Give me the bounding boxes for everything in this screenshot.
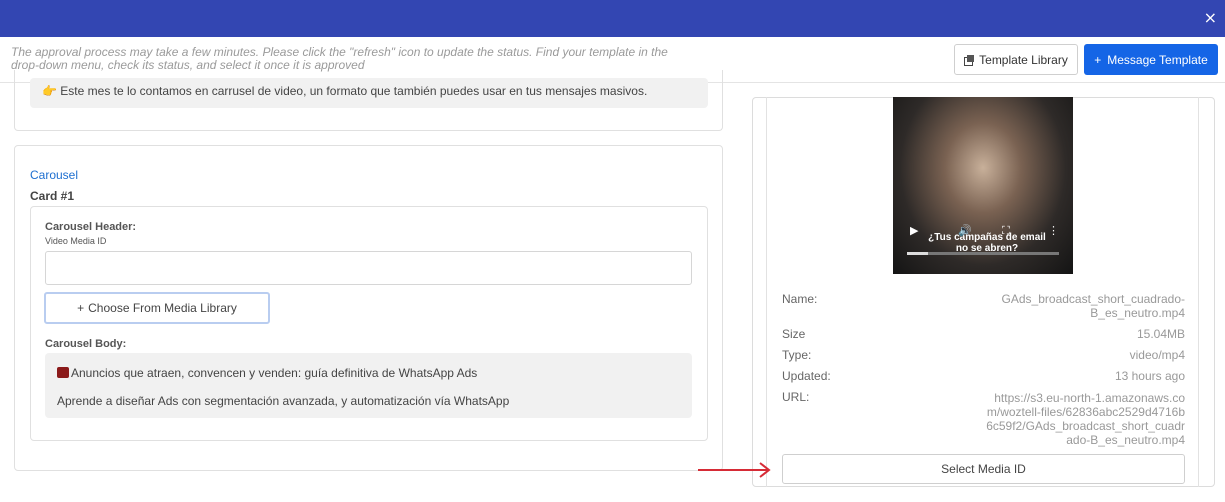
top-note: 👉 Este mes te lo contamos en carrusel de…	[30, 78, 708, 108]
updated-label: Updated:	[782, 369, 831, 383]
updated-value: 13 hours ago	[1114, 369, 1185, 383]
video-caption: ¿Tus campañas de email no se abren?	[928, 232, 1046, 254]
url-label: URL:	[782, 390, 810, 404]
approval-notice: The approval process may take a few minu…	[11, 45, 668, 72]
url-value: https://s3.eu-north-1.amazonaws.com/wozt…	[986, 391, 1185, 447]
carousel-header-label: Carousel Header:	[45, 221, 137, 233]
message-template-button[interactable]: + Message Template	[1084, 44, 1218, 75]
annotation-arrow-icon	[698, 462, 771, 478]
video-progress-fill	[907, 252, 929, 255]
card-number: Card #1	[30, 189, 75, 203]
copy-icon	[964, 54, 975, 66]
size-value: 15.04MB	[1136, 327, 1185, 341]
close-icon[interactable]: ×	[1204, 9, 1217, 27]
more-options-icon[interactable]: ⋮	[1048, 224, 1059, 237]
choose-from-media-library-button[interactable]: + Choose From Media Library	[44, 292, 270, 324]
template-library-label: Template Library	[979, 52, 1068, 67]
choose-label: Choose From Media Library	[88, 301, 237, 315]
modal-title-bar: ×	[0, 0, 1225, 37]
plus-icon: +	[77, 301, 85, 315]
fullscreen-icon[interactable]: ⛶	[1002, 224, 1010, 238]
carousel-body-label: Carousel Body:	[45, 338, 127, 350]
pointing-hand-icon: 👉	[42, 84, 57, 98]
top-note-text: Este mes te lo contamos en carrusel de v…	[60, 84, 648, 98]
play-icon[interactable]: ▶	[910, 224, 918, 237]
body-line-1: Anuncios que atraen, convencen y venden:…	[57, 366, 477, 380]
plus-icon: +	[1094, 52, 1102, 67]
video-progress-bar[interactable]	[907, 252, 1059, 255]
name-label: Name:	[782, 292, 818, 306]
select-media-id-button[interactable]: Select Media ID	[782, 454, 1185, 484]
carousel-body-box: Anuncios que atraen, convencen y venden:…	[45, 353, 692, 418]
type-label: Type:	[782, 348, 812, 362]
name-value: GAds_broadcast_short_cuadrado-B_es_neutr…	[1001, 292, 1185, 320]
video-media-id-label: Video Media ID	[45, 236, 107, 246]
book-icon	[57, 367, 69, 378]
template-library-button[interactable]: Template Library	[954, 44, 1078, 75]
size-label: Size	[782, 327, 806, 341]
message-template-label: Message Template	[1107, 52, 1208, 67]
type-value: video/mp4	[1129, 348, 1185, 362]
carousel-link[interactable]: Carousel	[30, 168, 78, 182]
video-media-id-input[interactable]	[45, 251, 692, 285]
video-preview[interactable]: ¿Tus campañas de email no se abren? ▶ 🔊 …	[893, 97, 1073, 274]
body-line-2: Aprende a diseñar Ads con segmentación a…	[57, 394, 510, 408]
volume-icon[interactable]: 🔊	[958, 224, 972, 237]
